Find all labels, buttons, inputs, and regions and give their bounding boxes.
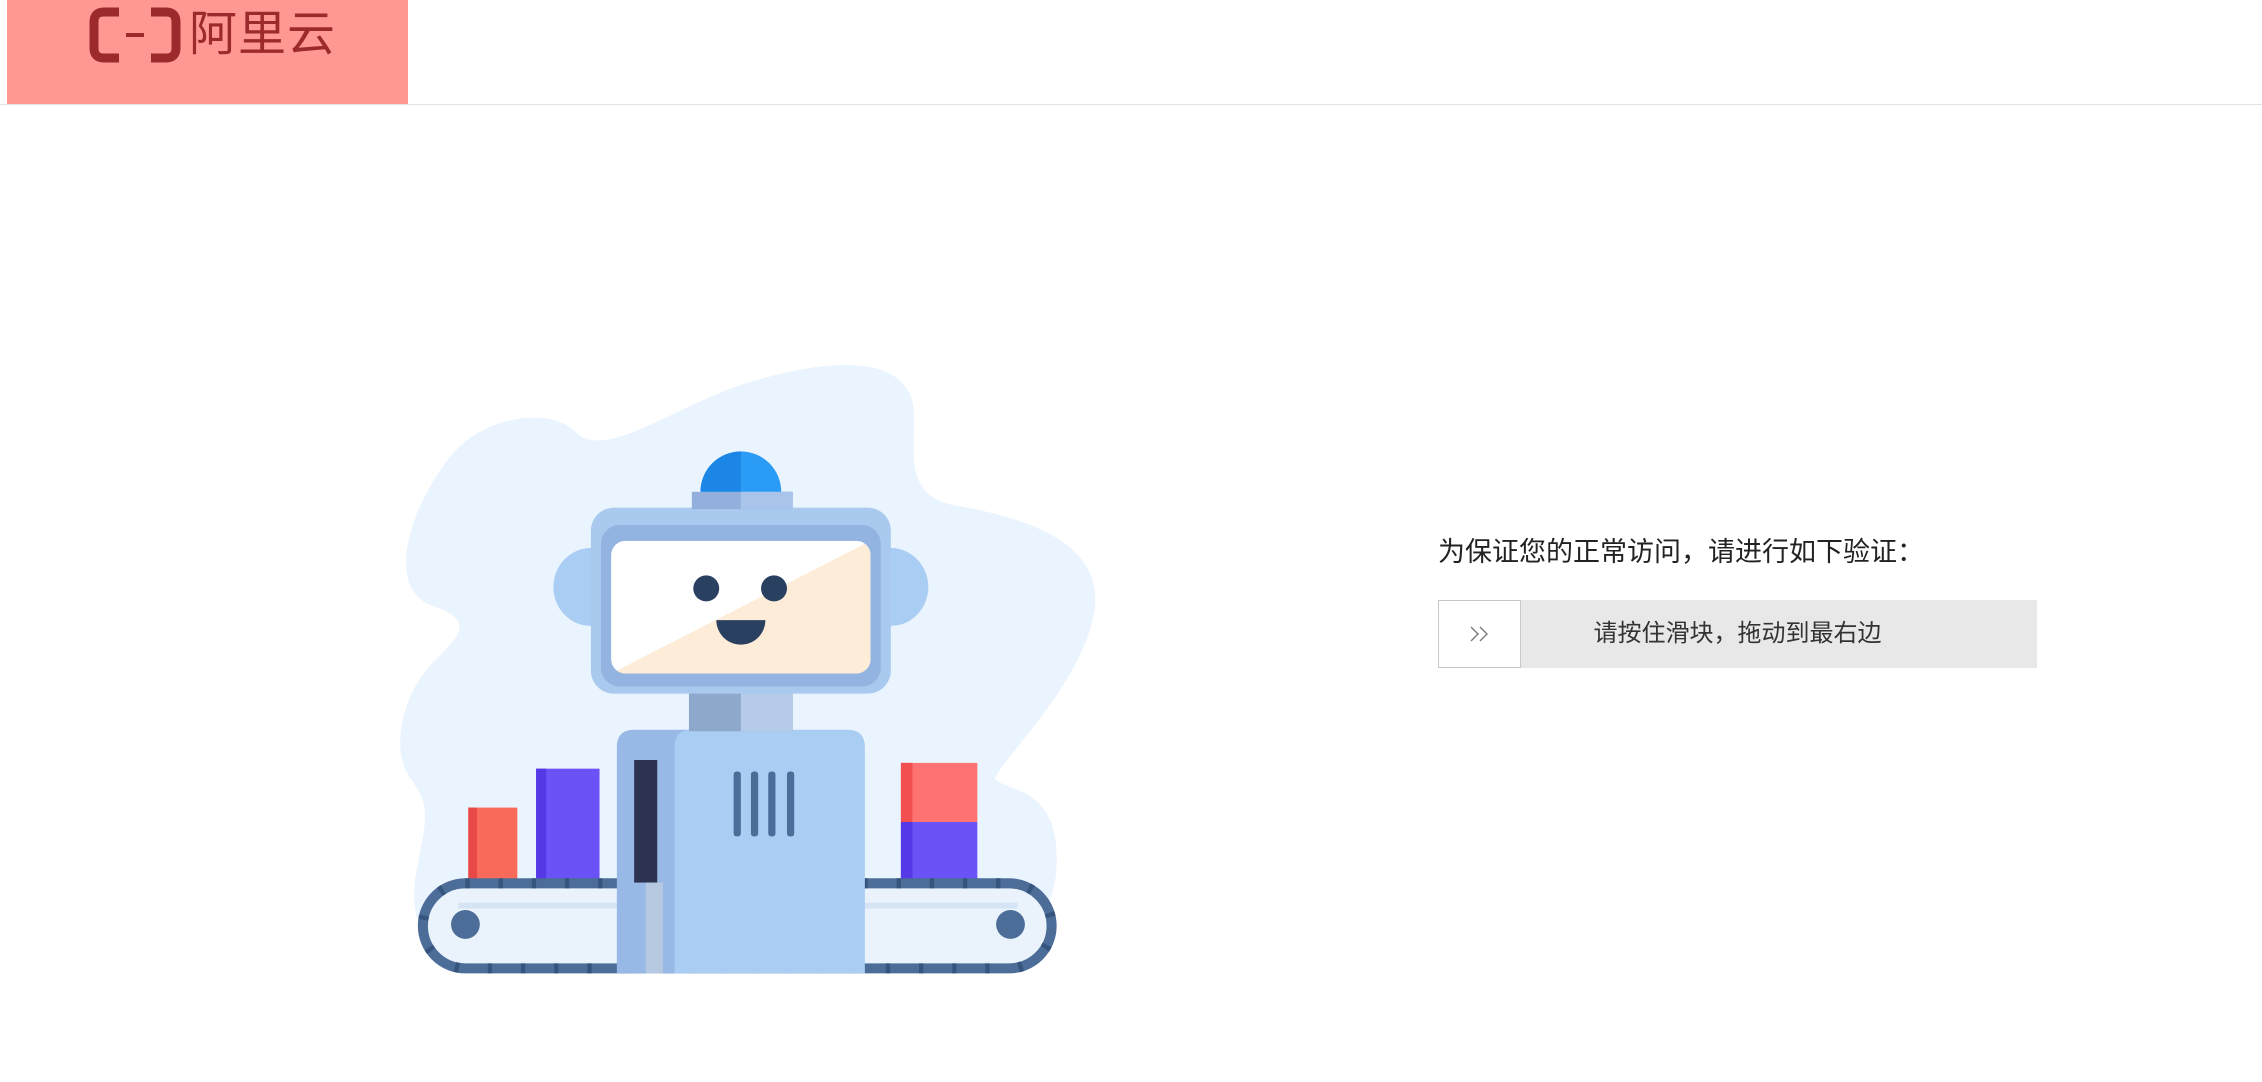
top-header: 阿里云 (0, 0, 2262, 105)
slide-verification-slider[interactable]: 请按住滑块，拖动到最右边 (1438, 600, 2037, 668)
robot-face-screen (611, 540, 871, 674)
robot-head (553, 507, 929, 694)
belt-wheel-right (996, 909, 1025, 939)
captcha-page: 阿里云 为保证您的正常访问，请进行如下验证： 请按住滑块，拖动到最右边 (0, 0, 2262, 1082)
aliyun-logo[interactable]: 阿里云 (7, 0, 408, 104)
purple-block-left (536, 768, 600, 883)
belt-wheel-left (451, 909, 480, 939)
robot-eye-left (693, 575, 720, 602)
stacked-blocks-right (900, 762, 978, 883)
double-chevron-right-icon (1470, 626, 1488, 642)
logo-text: 阿里云 (189, 8, 337, 61)
robot-neck (688, 692, 793, 732)
verification-prompt: 为保证您的正常访问，请进行如下验证： (1438, 537, 1924, 567)
robot-conveyor-illustration (400, 365, 1096, 974)
red-block-left (468, 807, 518, 883)
slider-handle[interactable] (1438, 600, 1521, 668)
aliyun-bracket-logo-icon (89, 7, 181, 63)
robot-body (616, 729, 865, 974)
robot-eye-right (761, 575, 787, 602)
slider-hint-text: 请按住滑块，拖动到最右边 (1593, 620, 1882, 647)
